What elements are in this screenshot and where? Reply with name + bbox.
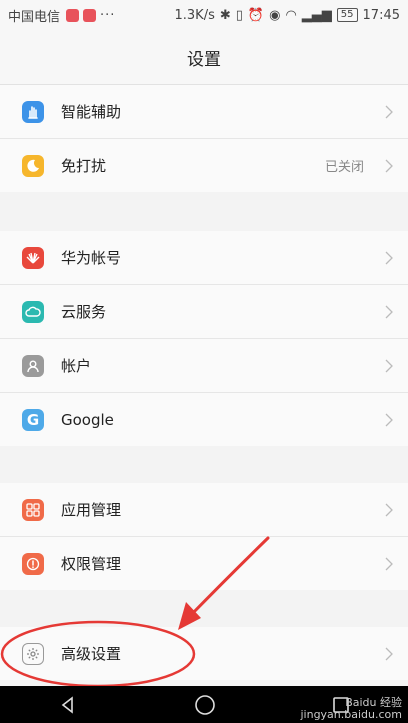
chevron-right-icon [385, 305, 393, 318]
network-speed: 1.3K/s [174, 7, 215, 23]
settings-item-label: 免打扰 [61, 157, 107, 175]
settings-group-1: 智能辅助 免打扰 已关闭 [0, 85, 408, 192]
home-button[interactable] [194, 694, 216, 716]
apps-icon [22, 498, 44, 521]
page-title: 设置 [0, 30, 408, 85]
settings-item-cloud-service[interactable]: 云服务 [0, 285, 408, 339]
vibrate-icon: ▯ [235, 7, 243, 23]
settings-item-do-not-disturb[interactable]: 免打扰 已关闭 [0, 139, 408, 192]
notification-icon [66, 8, 80, 22]
chevron-right-icon [385, 159, 393, 172]
settings-item-label: 应用管理 [61, 501, 122, 519]
notification-icon [83, 8, 97, 22]
bluetooth-icon: ✱ [219, 7, 231, 23]
chevron-right-icon [385, 413, 393, 426]
settings-item-label: 高级设置 [61, 645, 122, 663]
permission-icon [22, 552, 44, 575]
settings-item-label: 帐户 [61, 357, 92, 375]
settings-item-accounts[interactable]: 帐户 [0, 339, 408, 393]
wifi-icon: ◠ [285, 7, 297, 23]
chevron-right-icon [385, 647, 393, 660]
signal-icon: ▂▄▆ [301, 7, 332, 23]
settings-item-huawei-account[interactable]: 华为帐号 [0, 231, 408, 285]
hand-icon [22, 100, 44, 123]
alarm-icon: ⏰ [247, 7, 265, 23]
settings-item-google[interactable]: G Google [0, 393, 408, 446]
settings-item-label: Google [61, 410, 114, 429]
carrier-label: 中国电信 [8, 9, 61, 25]
google-icon: G [22, 408, 44, 431]
chevron-right-icon [385, 503, 393, 516]
battery-indicator: 55 [336, 8, 358, 22]
back-button[interactable] [58, 695, 78, 715]
chevron-right-icon [385, 105, 393, 118]
clock: 17:45 [362, 7, 400, 23]
settings-item-label: 智能辅助 [61, 103, 122, 121]
gear-icon [22, 642, 44, 665]
settings-group-3: 应用管理 权限管理 [0, 483, 408, 590]
annotation-arrowhead [178, 602, 201, 630]
chevron-right-icon [385, 557, 393, 570]
dnd-status-value: 已关闭 [324, 160, 364, 175]
eye-icon: ◉ [269, 7, 281, 23]
settings-item-label: 华为帐号 [61, 249, 122, 267]
settings-item-label: 云服务 [61, 303, 107, 321]
settings-item-label: 权限管理 [61, 555, 122, 573]
chevron-right-icon [385, 359, 393, 372]
watermark-url: jingyan.baidu.com [300, 708, 402, 721]
settings-item-advanced-settings[interactable]: 高级设置 [0, 627, 408, 680]
settings-item-smart-assist[interactable]: 智能辅助 [0, 85, 408, 139]
watermark: Baidu 经验 jingyan.baidu.com [300, 697, 402, 721]
chevron-right-icon [385, 251, 393, 264]
account-icon [22, 354, 44, 377]
cloud-icon [22, 300, 44, 323]
settings-group-2: 华为帐号 云服务 帐户 G Google [0, 231, 408, 446]
moon-icon [22, 154, 44, 177]
settings-item-app-management[interactable]: 应用管理 [0, 483, 408, 537]
settings-item-permission-management[interactable]: 权限管理 [0, 537, 408, 590]
settings-group-4: 高级设置 [0, 627, 408, 680]
status-bar: 中国电信 ··· 1.3K/s ✱ ▯ ⏰ ◉ ◠ ▂▄▆ 55 17:45 [0, 0, 408, 30]
more-notifications-icon: ··· [100, 7, 116, 23]
huawei-icon [22, 246, 44, 269]
